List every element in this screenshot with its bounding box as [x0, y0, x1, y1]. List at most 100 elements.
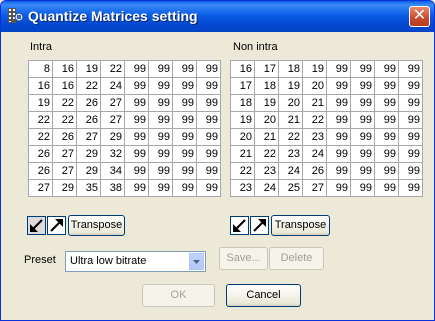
matrix-cell[interactable]: 22 [52, 94, 77, 112]
close-button[interactable]: ✕ [409, 5, 430, 27]
matrix-cell[interactable]: 99 [398, 162, 423, 180]
matrix-cell[interactable]: 26 [28, 145, 53, 163]
matrix-cell[interactable]: 99 [326, 77, 351, 95]
matrix-cell[interactable]: 99 [172, 60, 197, 78]
matrix-cell[interactable]: 22 [302, 111, 327, 129]
matrix-cell[interactable]: 99 [196, 128, 221, 146]
matrix-cell[interactable]: 99 [148, 77, 173, 95]
matrix-cell[interactable]: 18 [254, 77, 279, 95]
cancel-button[interactable]: Cancel [226, 284, 301, 307]
matrix-cell[interactable]: 29 [76, 145, 101, 163]
matrix-cell[interactable]: 99 [374, 60, 399, 78]
matrix-cell[interactable]: 99 [172, 94, 197, 112]
matrix-cell[interactable]: 99 [124, 145, 149, 163]
matrix-cell[interactable]: 21 [278, 111, 303, 129]
matrix-cell[interactable]: 99 [196, 111, 221, 129]
nonintra-diag-down-button[interactable] [230, 216, 249, 235]
matrix-cell[interactable]: 27 [28, 179, 53, 197]
matrix-cell[interactable]: 8 [28, 60, 53, 78]
matrix-cell[interactable]: 21 [254, 128, 279, 146]
matrix-cell[interactable]: 26 [28, 162, 53, 180]
title-bar[interactable]: Quantize Matrices setting ✕ [1, 1, 434, 32]
matrix-cell[interactable]: 99 [398, 94, 423, 112]
matrix-cell[interactable]: 99 [374, 94, 399, 112]
matrix-cell[interactable]: 99 [124, 111, 149, 129]
matrix-cell[interactable]: 22 [100, 60, 125, 78]
matrix-cell[interactable]: 99 [398, 60, 423, 78]
matrix-cell[interactable]: 99 [172, 145, 197, 163]
dropdown-arrow-button[interactable] [189, 253, 204, 270]
intra-diag-down-button[interactable] [27, 216, 46, 235]
matrix-cell[interactable]: 99 [326, 179, 351, 197]
matrix-cell[interactable]: 99 [374, 77, 399, 95]
matrix-cell[interactable]: 20 [278, 94, 303, 112]
matrix-cell[interactable]: 99 [196, 94, 221, 112]
matrix-cell[interactable]: 99 [326, 111, 351, 129]
matrix-cell[interactable]: 19 [254, 94, 279, 112]
matrix-cell[interactable]: 99 [326, 94, 351, 112]
matrix-cell[interactable]: 99 [196, 145, 221, 163]
matrix-cell[interactable]: 99 [398, 111, 423, 129]
matrix-cell[interactable]: 99 [374, 179, 399, 197]
matrix-cell[interactable]: 99 [148, 94, 173, 112]
matrix-cell[interactable]: 19 [28, 94, 53, 112]
matrix-cell[interactable]: 99 [124, 179, 149, 197]
matrix-cell[interactable]: 27 [302, 179, 327, 197]
matrix-cell[interactable]: 38 [100, 179, 125, 197]
matrix-cell[interactable]: 99 [196, 77, 221, 95]
preset-dropdown[interactable]: Ultra low bitrate [65, 251, 206, 272]
matrix-cell[interactable]: 16 [28, 77, 53, 95]
matrix-cell[interactable]: 99 [124, 94, 149, 112]
matrix-cell[interactable]: 26 [76, 111, 101, 129]
matrix-cell[interactable]: 19 [230, 111, 255, 129]
matrix-cell[interactable]: 99 [350, 60, 375, 78]
matrix-cell[interactable]: 18 [230, 94, 255, 112]
matrix-cell[interactable]: 99 [326, 162, 351, 180]
matrix-cell[interactable]: 22 [28, 111, 53, 129]
matrix-cell[interactable]: 99 [398, 179, 423, 197]
matrix-cell[interactable]: 35 [76, 179, 101, 197]
matrix-cell[interactable]: 27 [100, 111, 125, 129]
matrix-cell[interactable]: 27 [52, 145, 77, 163]
matrix-cell[interactable]: 99 [172, 111, 197, 129]
matrix-cell[interactable]: 99 [148, 162, 173, 180]
matrix-cell[interactable]: 99 [124, 162, 149, 180]
matrix-cell[interactable]: 20 [302, 77, 327, 95]
matrix-cell[interactable]: 27 [76, 128, 101, 146]
matrix-cell[interactable]: 99 [326, 60, 351, 78]
delete-preset-button[interactable]: Delete [269, 247, 324, 270]
ok-button[interactable]: OK [142, 284, 215, 307]
matrix-cell[interactable]: 25 [278, 179, 303, 197]
matrix-cell[interactable]: 99 [148, 60, 173, 78]
matrix-cell[interactable]: 99 [172, 128, 197, 146]
matrix-cell[interactable]: 22 [76, 77, 101, 95]
matrix-cell[interactable]: 26 [302, 162, 327, 180]
matrix-cell[interactable]: 99 [374, 162, 399, 180]
matrix-cell[interactable]: 23 [278, 145, 303, 163]
matrix-cell[interactable]: 19 [76, 60, 101, 78]
matrix-cell[interactable]: 22 [278, 128, 303, 146]
matrix-cell[interactable]: 24 [302, 145, 327, 163]
matrix-cell[interactable]: 26 [52, 128, 77, 146]
matrix-cell[interactable]: 99 [374, 145, 399, 163]
matrix-cell[interactable]: 29 [100, 128, 125, 146]
matrix-cell[interactable]: 99 [124, 128, 149, 146]
matrix-cell[interactable]: 21 [230, 145, 255, 163]
matrix-cell[interactable]: 20 [254, 111, 279, 129]
matrix-cell[interactable]: 99 [398, 128, 423, 146]
save-preset-button[interactable]: Save... [219, 247, 268, 270]
matrix-cell[interactable]: 29 [52, 179, 77, 197]
matrix-cell[interactable]: 23 [230, 179, 255, 197]
matrix-cell[interactable]: 17 [230, 77, 255, 95]
matrix-cell[interactable]: 17 [254, 60, 279, 78]
matrix-cell[interactable]: 23 [302, 128, 327, 146]
matrix-cell[interactable]: 99 [374, 111, 399, 129]
matrix-cell[interactable]: 99 [172, 162, 197, 180]
matrix-cell[interactable]: 19 [278, 77, 303, 95]
nonintra-diag-up-button[interactable] [250, 216, 269, 235]
matrix-cell[interactable]: 22 [28, 128, 53, 146]
matrix-cell[interactable]: 99 [326, 145, 351, 163]
matrix-cell[interactable]: 99 [196, 162, 221, 180]
matrix-cell[interactable]: 24 [278, 162, 303, 180]
matrix-cell[interactable]: 20 [230, 128, 255, 146]
